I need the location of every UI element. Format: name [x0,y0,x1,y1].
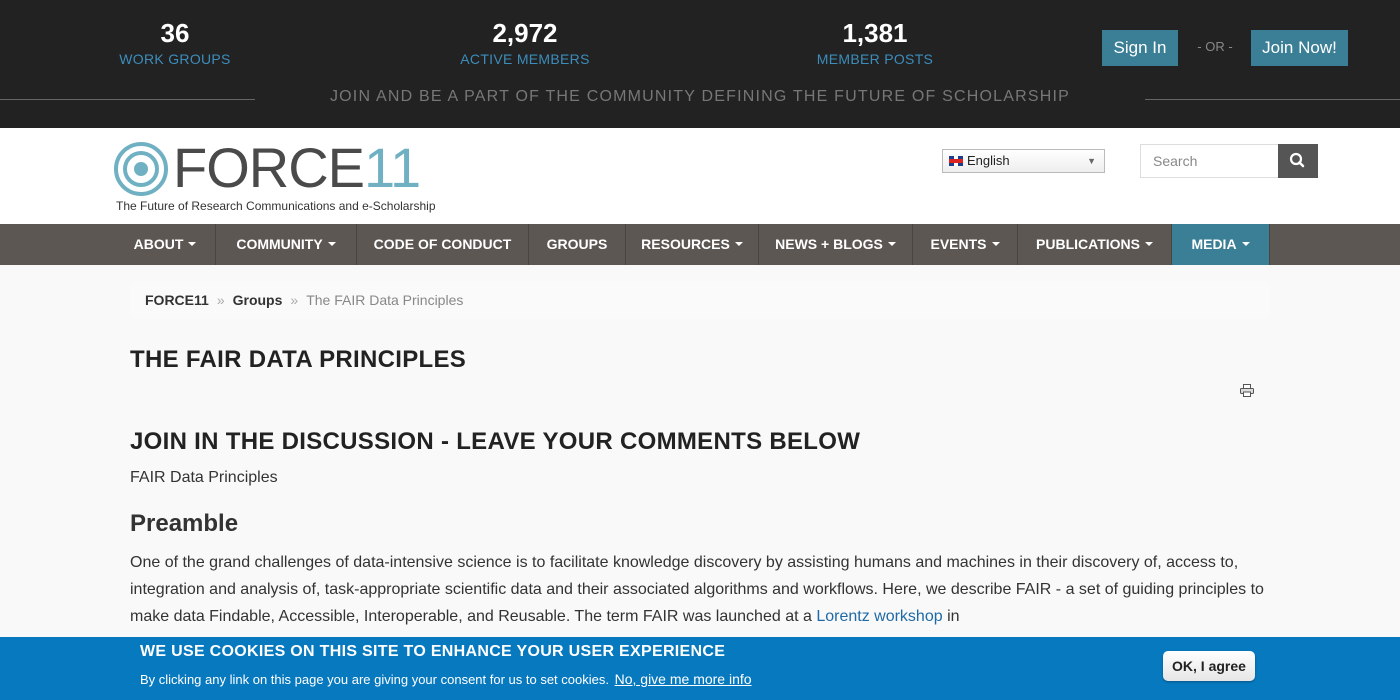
page-title: THE FAIR DATA PRINCIPLES [130,346,467,373]
uk-flag-icon [949,156,963,166]
caret-down-icon [991,242,1000,247]
preamble-heading: Preamble [130,510,239,537]
divider [0,99,255,100]
preamble-text-tail: in [942,608,960,625]
caret-down-icon [734,242,743,247]
nav-item-news-blogs[interactable]: NEWS + BLOGS [759,224,913,265]
divider [1145,99,1400,100]
lorentz-workshop-link[interactable]: Lorentz workshop [816,608,942,625]
cookie-text: By clicking any link on this page you ar… [140,671,752,687]
nav-label: COMMUNITY [236,236,323,252]
language-select[interactable]: English ▼ [942,149,1105,173]
breadcrumb: FORCE11 » Groups » The FAIR Data Principles [130,282,1270,318]
main-nav: ABOUT COMMUNITY CODE OF CONDUCT GROUPS R… [0,224,1400,265]
join-now-button[interactable]: Join Now! [1251,30,1348,66]
caret-down-icon [887,242,896,247]
stat-value: 1,381 [842,18,908,48]
nav-label: GROUPS [546,236,608,252]
print-icon [1240,384,1254,397]
search-button[interactable] [1278,144,1318,178]
tagline-row: JOIN AND BE A PART OF THE COMMUNITY DEFI… [0,88,1400,110]
caret-down-icon [1241,242,1250,247]
print-button[interactable] [1240,384,1254,397]
nav-label: RESOURCES [641,236,730,252]
search-icon [1289,152,1305,168]
caret-down-icon [1144,242,1153,247]
sign-in-button[interactable]: Sign In [1102,30,1178,66]
stat-work-groups[interactable]: 36 WORK GROUPS [75,18,275,67]
join-discussion-heading: JOIN IN THE DISCUSSION - LEAVE YOUR COMM… [130,428,861,455]
nav-item-events[interactable]: EVENTS [913,224,1018,265]
stat-value: 36 [160,18,190,48]
stat-label[interactable]: MEMBER POSTS [775,51,975,67]
cookie-title: WE USE COOKIES ON THIS SITE TO ENHANCE Y… [140,643,726,660]
force11-target-icon [114,142,168,196]
stat-value: 2,972 [492,18,558,48]
cookie-agree-button[interactable]: OK, I agree [1163,651,1255,681]
cookie-banner: WE USE COOKIES ON THIS SITE TO ENHANCE Y… [0,637,1400,700]
caret-down-icon [327,242,336,247]
nav-label: NEWS + BLOGS [775,236,883,252]
breadcrumb-separator: » [216,292,225,308]
stat-active-members[interactable]: 2,972 ACTIVE MEMBERS [425,18,625,67]
logo-subtitle: The Future of Research Communications an… [116,199,436,213]
breadcrumb-link-force11[interactable]: FORCE11 [145,292,209,308]
nav-label: PUBLICATIONS [1036,236,1140,252]
logo-wordmark: FORCE11 [173,136,421,200]
site-header: FORCE11 The Future of Research Communica… [0,128,1400,224]
or-separator: - OR - [1197,39,1233,54]
nav-label: EVENTS [930,236,987,252]
nav-item-media[interactable]: MEDIA [1172,224,1270,265]
nav-item-community[interactable]: COMMUNITY [216,224,357,265]
stat-label[interactable]: WORK GROUPS [75,51,275,67]
cookie-more-info-link[interactable]: No, give me more info [615,671,752,687]
nav-item-publications[interactable]: PUBLICATIONS [1018,224,1172,265]
breadcrumb-current: The FAIR Data Principles [306,292,464,308]
logo-word: FORCE [173,136,365,199]
stat-member-posts[interactable]: 1,381 MEMBER POSTS [775,18,975,67]
fair-subtitle: FAIR Data Principles [130,469,278,486]
preamble-paragraph: One of the grand challenges of data-inte… [130,549,1270,630]
preamble-text: One of the grand challenges of data-inte… [130,554,1264,625]
nav-label: ABOUT [133,236,184,252]
nav-item-groups[interactable]: GROUPS [529,224,626,265]
nav-item-about[interactable]: ABOUT [115,224,216,265]
breadcrumb-separator: » [290,292,299,308]
language-label: English [967,153,1010,168]
tagline: JOIN AND BE A PART OF THE COMMUNITY DEFI… [329,88,1071,105]
nav-item-resources[interactable]: RESOURCES [626,224,759,265]
breadcrumb-link-groups[interactable]: Groups [233,292,283,308]
stat-label[interactable]: ACTIVE MEMBERS [425,51,625,67]
nav-item-code-of-conduct[interactable]: CODE OF CONDUCT [357,224,529,265]
nav-label: MEDIA [1191,236,1237,252]
logo-number: 11 [364,136,421,199]
caret-down-icon [188,242,197,247]
cookie-consent-text: By clicking any link on this page you ar… [140,672,609,687]
search-input[interactable] [1140,144,1279,178]
force11-logo[interactable]: FORCE11 The Future of Research Communica… [113,136,436,220]
stats-bar: 36 WORK GROUPS 2,972 ACTIVE MEMBERS 1,38… [0,0,1400,128]
nav-label: CODE OF CONDUCT [373,236,512,252]
chevron-down-icon: ▼ [1087,156,1096,166]
